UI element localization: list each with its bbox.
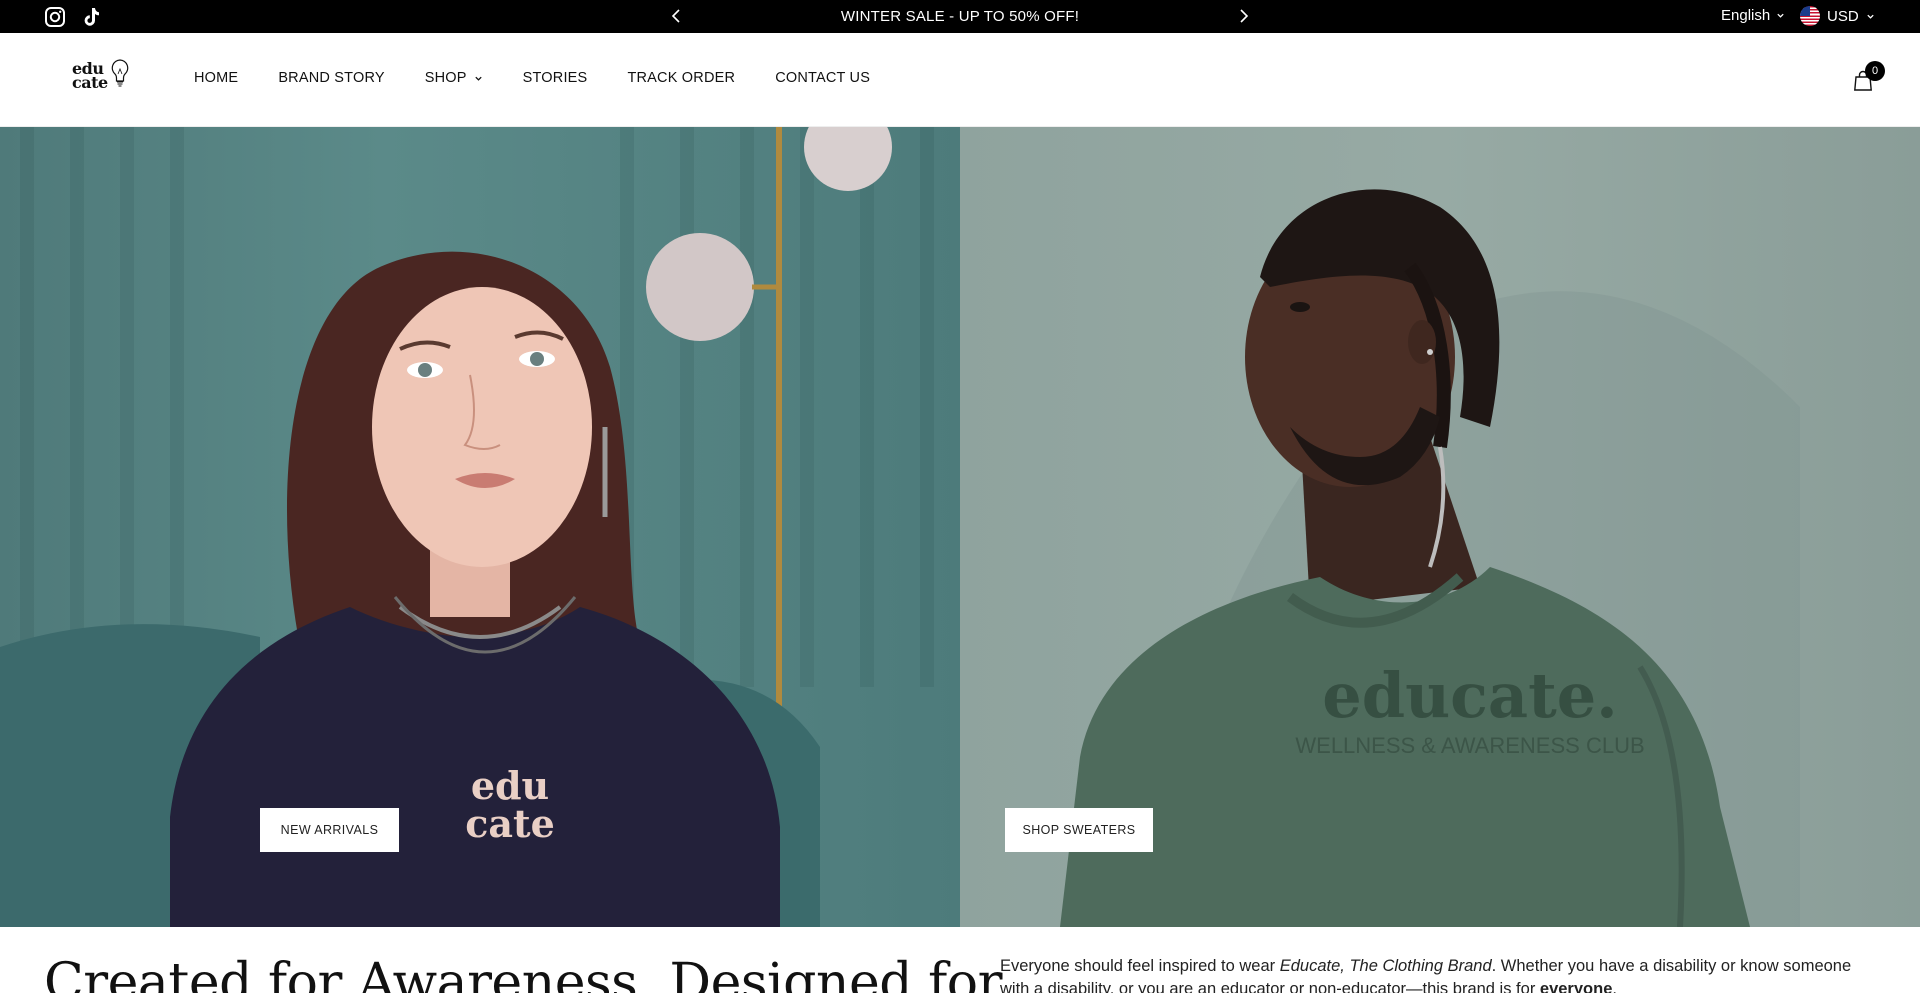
currency-selector[interactable]: USD: [1800, 6, 1875, 26]
sweater-logo-subtext: WELLNESS & AWARENESS CLUB: [1295, 733, 1644, 758]
intro-brand-name: Educate, The Clothing Brand: [1279, 957, 1492, 975]
shop-sweaters-button[interactable]: SHOP SWEATERS: [1005, 808, 1153, 852]
instagram-icon[interactable]: [44, 6, 66, 28]
currency-label: USD: [1827, 7, 1859, 25]
announcement-prev-icon[interactable]: [668, 7, 686, 25]
nav-shop[interactable]: SHOP: [425, 70, 483, 86]
main-nav: HOME BRAND STORY SHOP STORIES TRACK ORDE…: [194, 70, 910, 86]
intro-paragraph: Everyone should feel inspired to wear Ed…: [1000, 955, 1880, 993]
nav-brand-story-label: BRAND STORY: [278, 70, 385, 86]
chevron-down-icon: [1867, 14, 1874, 19]
nav-brand-story[interactable]: BRAND STORY: [278, 70, 384, 86]
us-flag-icon: [1800, 6, 1820, 26]
hero-photo-woman: edu cate: [0, 127, 934, 927]
announcement-text: WINTER SALE - UP TO 50% OFF!: [840, 8, 1080, 25]
cart-count-badge: 0: [1865, 61, 1885, 81]
nav-stories-label: STORIES: [522, 70, 588, 86]
hero-panel-sweaters[interactable]: educate. WELLNESS & AWARENESS CLUB SHOP …: [960, 127, 1920, 927]
announcement-bar: WINTER SALE - UP TO 50% OFF! English USD: [0, 0, 1920, 33]
nav-contact-us-label: CONTACT US: [775, 70, 871, 86]
tshirt-logo-line2: cate: [465, 801, 555, 846]
brand-logo[interactable]: edu cate: [70, 57, 134, 101]
nav-track-order[interactable]: TRACK ORDER: [627, 70, 735, 86]
nav-contact-us[interactable]: CONTACT US: [775, 70, 870, 86]
language-label: English: [1721, 7, 1771, 24]
hero-photo-man: educate. WELLNESS & AWARENESS CLUB: [1060, 189, 1800, 927]
nav-home[interactable]: HOME: [194, 70, 238, 86]
announcement-next-icon[interactable]: [1234, 7, 1252, 25]
intro-text-end: .: [1612, 980, 1617, 993]
lightbulb-icon: [111, 59, 129, 87]
language-selector[interactable]: English: [1721, 7, 1785, 24]
nav-shop-label: SHOP: [424, 70, 467, 86]
site-header: edu cate HOME BRAND STORY SHOP STORIES T…: [0, 33, 1920, 127]
sweater-logo-text: educate.: [1322, 659, 1617, 732]
nav-track-order-label: TRACK ORDER: [627, 70, 736, 86]
intro-text-emphasis: everyone: [1539, 980, 1613, 993]
tiktok-icon[interactable]: [80, 6, 102, 28]
social-links: [44, 6, 102, 28]
hero-panel-new-arrivals[interactable]: edu cate NEW ARRIVALS: [0, 127, 960, 927]
nav-stories[interactable]: STORIES: [523, 70, 588, 86]
cart-button[interactable]: 0: [1850, 61, 1886, 101]
logo-text-line2: cate: [72, 73, 108, 92]
new-arrivals-button[interactable]: NEW ARRIVALS: [260, 808, 399, 852]
chevron-down-icon: [1777, 13, 1784, 18]
nav-home-label: HOME: [194, 70, 239, 86]
intro-text-part1: Everyone should feel inspired to wear: [1000, 957, 1280, 975]
chevron-down-icon: [474, 76, 482, 81]
intro-heading: Created for Awareness. Designed for: [44, 953, 1002, 993]
